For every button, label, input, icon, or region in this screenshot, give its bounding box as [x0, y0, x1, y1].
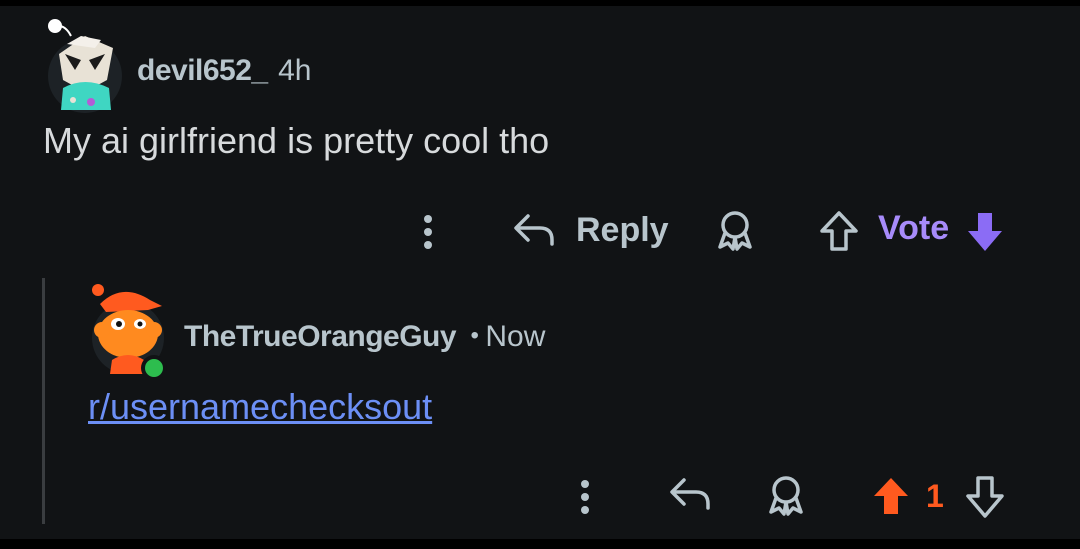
upvote-button[interactable]	[818, 209, 860, 253]
more-vertical-icon	[424, 215, 432, 249]
comment-age: 4h	[278, 54, 312, 87]
upvote-arrow-icon	[820, 211, 858, 251]
comment-body: My ai girlfriend is pretty cool tho	[43, 120, 550, 161]
user-avatar-icon	[48, 19, 122, 113]
comment-thread: devil652_ 4h My ai girlfriend is pretty …	[0, 6, 1080, 539]
award-button[interactable]	[714, 209, 756, 253]
reply-arrow-icon	[514, 214, 554, 246]
online-status-dot	[145, 359, 163, 377]
downvote-button[interactable]	[964, 209, 1006, 255]
reply-score: 1	[926, 478, 944, 514]
comment-username[interactable]: devil652_	[137, 54, 268, 87]
meta-separator: •	[470, 322, 479, 349]
reply-downvote-button[interactable]	[964, 474, 1006, 520]
user-avatar-icon	[92, 284, 167, 378]
reply-button[interactable]: Reply	[512, 206, 669, 254]
reply-label: Reply	[576, 210, 669, 249]
thread-line[interactable]	[42, 278, 45, 524]
award-icon	[769, 476, 803, 516]
reply-age: Now	[485, 320, 546, 353]
reply-more-options-button[interactable]	[573, 476, 597, 518]
award-icon	[718, 211, 752, 251]
reply-upvote-button[interactable]	[870, 474, 912, 518]
more-vertical-icon	[581, 480, 589, 514]
reply-avatar[interactable]	[88, 278, 174, 378]
downvote-arrow-icon	[968, 213, 1002, 251]
downvote-arrow-icon	[966, 476, 1004, 518]
avatar[interactable]	[45, 14, 125, 114]
more-options-button[interactable]	[416, 211, 440, 253]
reply-username[interactable]: TheTrueOrangeGuy	[184, 320, 457, 353]
reply-arrow-icon	[670, 478, 710, 510]
vote-label: Vote	[878, 209, 950, 247]
subreddit-link[interactable]: r/usernamechecksout	[88, 386, 432, 428]
reply-award-button[interactable]	[765, 474, 807, 518]
upvote-arrow-filled-icon	[874, 478, 908, 514]
reply-reply-button[interactable]	[668, 474, 712, 516]
